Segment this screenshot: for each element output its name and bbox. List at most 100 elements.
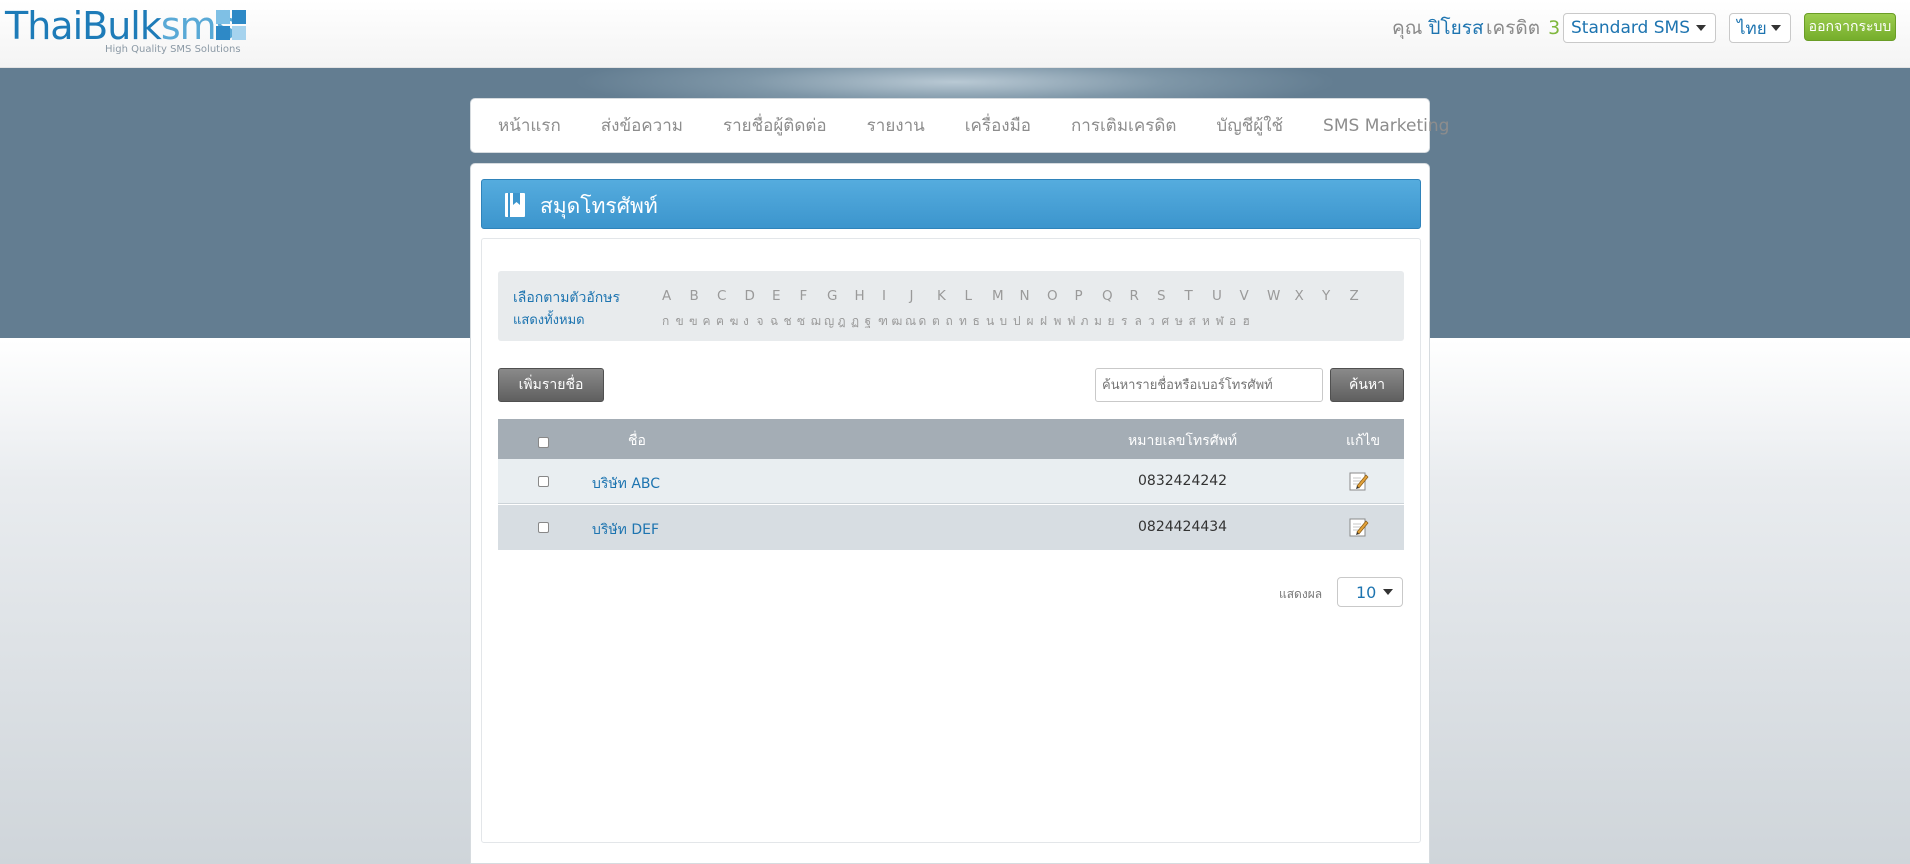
letter-link[interactable]: T	[1185, 288, 1213, 304]
letter-link[interactable]: A	[662, 288, 690, 304]
letter-link-thai[interactable]: ต	[932, 312, 946, 331]
letter-link[interactable]: H	[855, 288, 883, 304]
letter-link-thai[interactable]: พ	[1054, 312, 1068, 331]
letter-link[interactable]: R	[1130, 288, 1158, 304]
letter-link[interactable]: E	[772, 288, 800, 304]
letter-link[interactable]: L	[965, 288, 993, 304]
letter-link-thai[interactable]: ญ	[824, 312, 838, 331]
search-button[interactable]: ค้นหา	[1330, 368, 1404, 402]
nav-home[interactable]: หน้าแรก	[498, 112, 561, 139]
user-prefix: คุณ	[1392, 17, 1423, 39]
edit-icon[interactable]	[1348, 516, 1370, 538]
nav-reports[interactable]: รายงาน	[867, 112, 925, 139]
letter-link-thai[interactable]: ค	[703, 312, 717, 331]
letter-link-thai[interactable]: ผ	[1027, 312, 1041, 331]
chevron-down-icon	[1771, 25, 1781, 31]
letter-link[interactable]: W	[1267, 288, 1295, 304]
language-select[interactable]: ไทย	[1729, 13, 1791, 43]
letter-link-thai[interactable]: ส	[1189, 312, 1203, 331]
letter-link[interactable]: B	[690, 288, 718, 304]
letter-link[interactable]: O	[1047, 288, 1075, 304]
contact-name-link[interactable]: บริษัท DEF	[592, 519, 659, 541]
letter-link-thai[interactable]: ธ	[973, 312, 987, 331]
nav-account[interactable]: บัญชีผู้ใช้	[1216, 112, 1283, 139]
letter-link-thai[interactable]: ร	[1121, 312, 1135, 331]
letter-link-thai[interactable]: ฒ	[892, 312, 906, 331]
letter-link-thai[interactable]: ฬ	[1216, 312, 1230, 331]
nav-contacts[interactable]: รายชื่อผู้ติดต่อ	[723, 112, 827, 139]
letter-link-thai[interactable]: ถ	[946, 312, 960, 331]
add-contact-button[interactable]: เพิ่มรายชื่อ	[498, 368, 604, 402]
letter-link-thai[interactable]: ว	[1148, 312, 1162, 331]
letter-link-thai[interactable]: บ	[1000, 312, 1014, 331]
sms-type-select[interactable]: Standard SMS	[1563, 13, 1716, 43]
letter-link-thai[interactable]: ง	[743, 312, 757, 331]
letter-link-thai[interactable]: ฎ	[838, 312, 852, 331]
user-greeting: คุณ ปิโยรส	[1392, 12, 1484, 44]
letter-link-thai[interactable]: ฑ	[878, 312, 892, 331]
contact-name-link[interactable]: บริษัท ABC	[592, 473, 660, 495]
nav-sms-marketing[interactable]: SMS Marketing	[1323, 116, 1449, 136]
letter-link-thai[interactable]: ด	[919, 312, 933, 331]
letter-link-thai[interactable]: ล	[1135, 312, 1149, 331]
page-title-bar: สมุดโทรศัพท์	[481, 179, 1421, 229]
letter-link-thai[interactable]: ห	[1202, 312, 1216, 331]
row-checkbox[interactable]	[538, 476, 549, 487]
logout-button[interactable]: ออกจากระบบ	[1804, 13, 1896, 41]
letter-link-thai[interactable]: ท	[959, 312, 973, 331]
contact-phone: 0824424434	[1138, 519, 1228, 535]
letter-link-thai[interactable]: ย	[1108, 312, 1122, 331]
letter-link[interactable]: S	[1157, 288, 1185, 304]
edit-icon[interactable]	[1348, 470, 1370, 492]
letter-link-thai[interactable]: ภ	[1081, 312, 1095, 331]
letter-link-thai[interactable]: จ	[757, 312, 771, 331]
letter-link[interactable]: N	[1020, 288, 1048, 304]
letter-link[interactable]: P	[1075, 288, 1103, 304]
letter-link-thai[interactable]: ณ	[905, 312, 919, 331]
letter-link[interactable]: Y	[1322, 288, 1350, 304]
letter-link-thai[interactable]: ข	[676, 312, 690, 331]
letter-link[interactable]: I	[882, 288, 910, 304]
letter-link-thai[interactable]: ศ	[1162, 312, 1176, 331]
letter-link-thai[interactable]: ฆ	[730, 312, 744, 331]
nav-tools[interactable]: เครื่องมือ	[965, 112, 1031, 139]
letter-link-thai[interactable]: ฟ	[1067, 312, 1081, 331]
letter-link[interactable]: G	[827, 288, 855, 304]
letter-link-thai[interactable]: ฮ	[1243, 312, 1257, 331]
letter-link-thai[interactable]: ฌ	[811, 312, 825, 331]
letter-link-thai[interactable]: ฐ	[865, 312, 879, 331]
show-all-link[interactable]: แสดงทั้งหมด	[513, 309, 585, 330]
letter-link-thai[interactable]: ฅ	[716, 312, 730, 331]
letter-link[interactable]: C	[717, 288, 745, 304]
letter-link-thai[interactable]: อ	[1229, 312, 1243, 331]
letter-link[interactable]: M	[992, 288, 1020, 304]
letter-link[interactable]: Z	[1350, 288, 1378, 304]
letter-link[interactable]: X	[1295, 288, 1323, 304]
letter-link[interactable]: U	[1212, 288, 1240, 304]
letter-link-thai[interactable]: น	[986, 312, 1000, 331]
nav-send-message[interactable]: ส่งข้อความ	[601, 112, 683, 139]
letter-link-thai[interactable]: ก	[662, 312, 676, 331]
letter-link-thai[interactable]: ซ	[797, 312, 811, 331]
letter-link-thai[interactable]: ฃ	[689, 312, 703, 331]
user-name[interactable]: ปิโยรส	[1428, 13, 1483, 43]
letter-link[interactable]: K	[937, 288, 965, 304]
letter-link-thai[interactable]: ฝ	[1040, 312, 1054, 331]
letter-link-thai[interactable]: ช	[784, 312, 798, 331]
letter-link[interactable]: F	[800, 288, 828, 304]
letter-link-thai[interactable]: ป	[1013, 312, 1027, 331]
search-input[interactable]	[1095, 368, 1323, 402]
letter-link-thai[interactable]: ฏ	[851, 312, 865, 331]
letter-link[interactable]: J	[910, 288, 938, 304]
letter-link[interactable]: Q	[1102, 288, 1130, 304]
page-size-select[interactable]: 10	[1337, 577, 1403, 607]
letter-link[interactable]: D	[745, 288, 773, 304]
nav-topup[interactable]: การเติมเครดิต	[1071, 112, 1176, 139]
letter-link-thai[interactable]: ม	[1094, 312, 1108, 331]
logo[interactable]: ThaiBulksms High Quality SMS Solutions	[5, 4, 246, 56]
letter-link[interactable]: V	[1240, 288, 1268, 304]
row-checkbox[interactable]	[538, 522, 549, 533]
select-all-checkbox[interactable]	[538, 437, 549, 448]
letter-link-thai[interactable]: ษ	[1175, 312, 1189, 331]
letter-link-thai[interactable]: ฉ	[770, 312, 784, 331]
